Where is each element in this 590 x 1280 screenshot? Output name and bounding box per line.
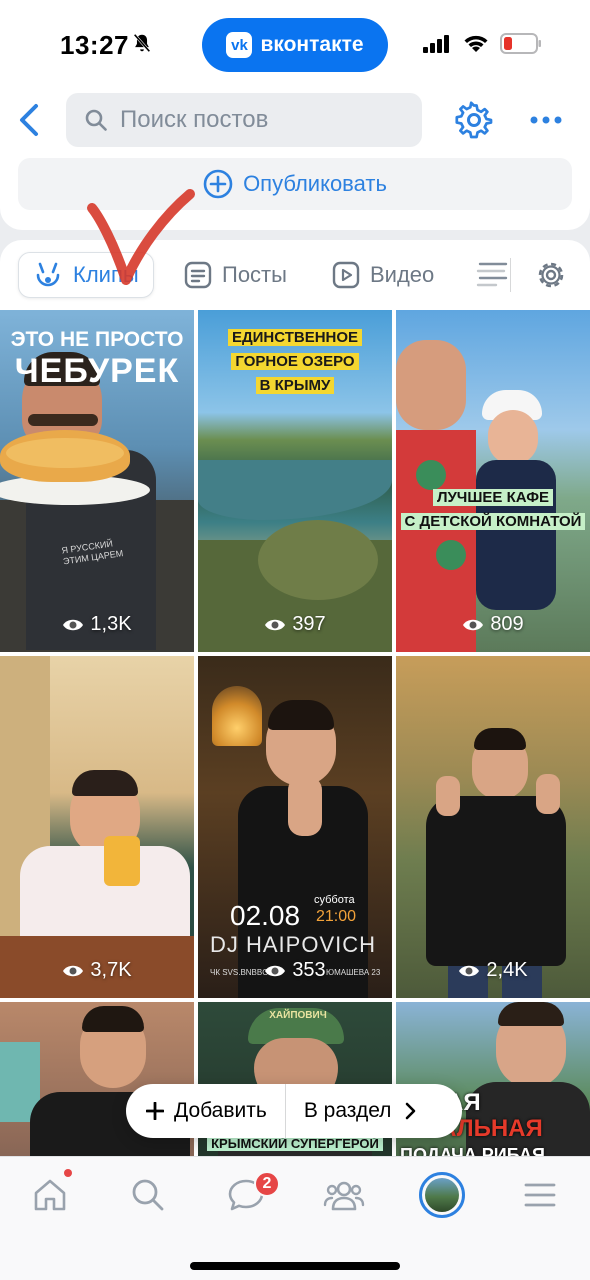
status-bar: 13:27 vk вконтакте [0,0,590,88]
eye-icon [459,965,480,976]
person-figure [396,340,466,430]
more-button[interactable] [524,98,568,142]
tab-video[interactable]: Видео [332,252,434,298]
tab-posts[interactable]: Посты [184,252,287,298]
tab-clips-label: Клипы [73,262,139,287]
posts-icon [184,261,212,289]
plus-icon [146,1102,164,1120]
tab-search[interactable] [124,1171,172,1219]
tab-settings-button[interactable] [534,258,568,292]
menu-icon [524,1183,556,1207]
tab-menu[interactable] [516,1171,564,1219]
clip-action-pill: Добавить В раздел [126,1084,462,1138]
wifi-icon [464,35,488,52]
eye-icon [463,619,484,630]
views-counter: 397 [198,613,392,636]
clip-caption: ЛУЧШЕЕ КАФЕ С ДЕТСКОЙ КОМНАТОЙ [396,486,590,534]
friends-icon [323,1181,365,1211]
clip-tile[interactable]: 3,7K [0,656,194,998]
publish-label: Опубликовать [243,171,387,196]
eye-icon [63,965,84,976]
clip-caption: ЭТО НЕ ПРОСТО ЧЕБУРЕК [10,328,184,390]
header: Поиск постов [0,88,590,158]
clip-caption: КРЫМСКИЙ СУПЕРГЕРОЙ [198,1136,392,1151]
messages-badge: 2 [254,1171,280,1197]
tab-friends[interactable] [320,1171,368,1219]
tab-posts-label: Посты [222,262,287,287]
add-label: Добавить [174,1099,267,1122]
views-counter: 1,3K [0,613,194,636]
tabs-divider [510,258,511,292]
event-time: 21:00 [316,908,357,925]
eye-icon [265,619,286,630]
settings-button[interactable] [452,98,496,142]
tab-home[interactable] [26,1171,74,1219]
clip-icon [36,262,60,287]
publish-card: Опубликовать [0,150,590,230]
avatar [419,1172,465,1218]
views-counter: 809 [396,613,590,636]
views-counter: 2,4K [396,959,590,982]
tab-video-label: Видео [370,262,435,287]
tab-clips[interactable]: Клипы [18,252,154,298]
vk-pill-label: вконтакте [260,33,364,56]
home-notification-dot [64,1169,72,1177]
to-section-button[interactable]: В раздел [286,1099,418,1123]
vk-app-pill[interactable]: vk вконтакте [202,18,388,72]
add-clip-button[interactable]: Добавить [126,1084,286,1138]
search-icon [85,109,107,131]
home-icon [34,1179,66,1211]
battery-low-icon [500,33,541,54]
more-horizontal-icon [530,116,562,124]
chevron-left-icon [20,104,38,136]
event-day: суббота [314,894,355,906]
publish-button[interactable]: Опубликовать [18,158,572,210]
chevron-right-icon [406,1102,416,1120]
add-circle-icon [203,169,233,199]
clip-tile[interactable]: ЭТО НЕ ПРОСТО ЧЕБУРЕК Я РУССКИЙ ЭТИМ ЦАР… [0,310,194,652]
tabs-overflow-icon[interactable] [476,258,508,292]
tab-profile[interactable] [418,1171,466,1219]
vk-logo: vk [226,32,253,58]
search-placeholder: Поиск постов [120,106,269,133]
status-time: 13:27 [60,30,129,60]
event-date: 02.08 [230,900,301,931]
clip-tile[interactable]: 2,4K [396,656,590,998]
back-button[interactable] [14,98,44,142]
video-icon [332,261,360,289]
event-name: DJ HAIPOVICH [210,932,377,957]
search-icon [132,1179,164,1211]
section-label: В раздел [303,1099,392,1122]
clip-tile[interactable]: ЛУЧШЕЕ КАФЕ С ДЕТСКОЙ КОМНАТОЙ 809 [396,310,590,652]
search-input[interactable]: Поиск постов [66,93,422,147]
eye-icon [63,619,84,630]
clip-tile[interactable]: ЕДИНСТВЕННОЕ ГОРНОЕ ОЗЕРО В КРЫМУ 397 [198,310,392,652]
gear-icon [538,262,564,288]
signal-icon [423,35,449,53]
views-counter: 353 [198,959,392,982]
eye-icon [265,965,286,976]
page: 13:27 vk вконтакте Поиск постов Опублико… [0,0,590,1280]
cap-print: ХАЙПОВИЧ [269,1010,327,1021]
person-figure [488,410,538,465]
clip-caption: ЕДИНСТВЕННОЕ ГОРНОЕ ОЗЕРО В КРЫМУ [198,326,392,398]
views-counter: 3,7K [0,959,194,982]
gear-icon [455,101,493,139]
clip-tile[interactable]: 02.08 суббота 21:00 DJ HAIPOVICH ЧК SVS.… [198,656,392,998]
clips-grid: ЭТО НЕ ПРОСТО ЧЕБУРЕК Я РУССКИЙ ЭТИМ ЦАР… [0,310,590,1156]
bell-muted-icon [133,33,151,53]
content-tabs: Клипы Посты Видео [0,240,590,310]
home-indicator [190,1262,400,1270]
